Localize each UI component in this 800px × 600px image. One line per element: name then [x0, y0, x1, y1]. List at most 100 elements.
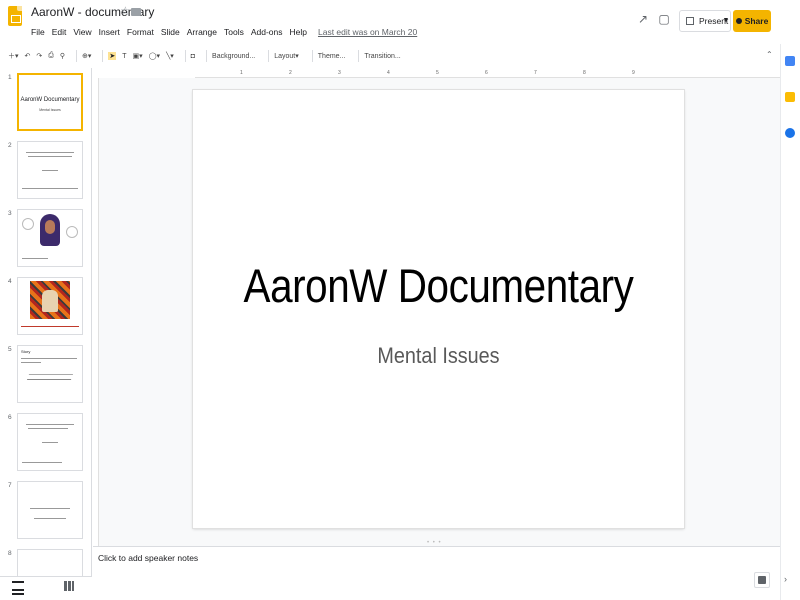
slide-thumbnail-5[interactable]: Story — [17, 345, 83, 403]
layout-button[interactable]: Layout▾ — [274, 52, 299, 60]
comment-add-icon[interactable]: ◘ — [191, 53, 195, 60]
ruler-tick: 4 — [387, 70, 390, 76]
grid-view-icon[interactable] — [64, 581, 74, 591]
toolbar-divider — [268, 50, 270, 62]
keep-icon[interactable] — [785, 92, 795, 102]
slide-subtitle[interactable]: Mental Issues — [218, 343, 660, 369]
toolbar-divider — [76, 50, 78, 62]
horizontal-ruler[interactable]: 1 2 3 4 5 6 7 8 9 — [195, 68, 780, 78]
ship-illustration-icon — [26, 374, 74, 380]
thumb-text-line — [30, 508, 70, 509]
figure-illustration-icon — [42, 290, 58, 312]
slide-thumbnail-7[interactable] — [17, 481, 83, 539]
slide-filmstrip[interactable]: 1 AaronW Documentary Mental Issues 2 3 4 — [0, 68, 92, 576]
redo-icon[interactable]: ↷ — [36, 52, 42, 60]
speaker-notes-placeholder[interactable]: Click to add speaker notes — [98, 553, 198, 563]
thumb-text-line — [42, 442, 58, 443]
thumb-text-line — [21, 326, 79, 327]
select-cursor-icon[interactable]: ➤ — [108, 52, 117, 60]
menu-arrange[interactable]: Arrange — [187, 27, 217, 37]
text-box-icon[interactable]: T — [122, 53, 126, 60]
ruler-tick: 1 — [240, 70, 243, 76]
slide-thumbnail-6[interactable] — [17, 413, 83, 471]
thumb-text-line — [21, 358, 77, 359]
slide-number: 4 — [8, 278, 12, 285]
ruler-tick: 8 — [583, 70, 586, 76]
thumb-title: AaronW Documentary — [20, 97, 80, 103]
star-icon[interactable]: ☆ — [120, 4, 131, 18]
new-slide-icon[interactable]: ＋▾ — [8, 51, 19, 61]
ruler-tick: 2 — [289, 70, 292, 76]
shape-icon[interactable]: ◯▾ — [149, 52, 160, 60]
slide-number: 7 — [8, 482, 12, 489]
toolbar-divider — [358, 50, 360, 62]
ruler-tick: 3 — [338, 70, 341, 76]
share-button[interactable]: Share — [733, 10, 771, 32]
menu-help[interactable]: Help — [290, 27, 307, 37]
slide-thumbnail-2[interactable] — [17, 141, 83, 199]
thumb-text-line — [26, 424, 74, 425]
header: AaronW - documentary ☆ File Edit View In… — [0, 0, 800, 44]
print-icon[interactable]: ⎙ — [48, 52, 54, 60]
calendar-icon[interactable] — [785, 56, 795, 66]
person-icon — [735, 18, 742, 24]
chevron-right-icon[interactable]: › — [784, 574, 787, 584]
toolbar-divider — [102, 50, 104, 62]
thumb-title: Story — [21, 349, 31, 354]
thumb-subtitle: Mental Issues — [39, 108, 61, 112]
doodle-circle-icon — [66, 226, 78, 238]
paint-format-icon[interactable]: ⚲ — [60, 52, 65, 60]
thumb-text-line — [42, 170, 58, 171]
tasks-icon[interactable] — [785, 128, 795, 138]
menu-file[interactable]: File — [31, 27, 45, 37]
face-illustration-icon — [45, 220, 55, 234]
current-slide[interactable]: AaronW Documentary Mental Issues — [193, 90, 684, 528]
menu-insert[interactable]: Insert — [99, 27, 120, 37]
slide-thumbnail-1[interactable]: AaronW Documentary Mental Issues — [17, 73, 83, 131]
menu-edit[interactable]: Edit — [52, 27, 67, 37]
theme-button[interactable]: Theme... — [318, 53, 346, 60]
thumb-text-line — [22, 188, 78, 189]
slide-number: 8 — [8, 550, 12, 557]
menu-slide[interactable]: Slide — [161, 27, 180, 37]
thumb-text-line — [26, 152, 74, 153]
present-icon — [686, 17, 694, 25]
slide-thumbnail-3[interactable] — [17, 209, 83, 267]
background-button[interactable]: Background... — [212, 53, 255, 60]
thumb-text-line — [34, 518, 66, 519]
zoom-icon[interactable]: ⊕▾ — [82, 52, 91, 60]
slide-number: 1 — [8, 74, 12, 81]
toolbar-divider — [206, 50, 208, 62]
slide-number: 5 — [8, 346, 12, 353]
thumb-text-line — [21, 362, 41, 363]
line-icon[interactable]: ╲▾ — [166, 52, 174, 60]
menu-bar: File Edit View Insert Format Slide Arran… — [31, 27, 424, 37]
doodle-circle-icon — [22, 218, 34, 230]
slides-logo-icon[interactable] — [8, 6, 22, 26]
ruler-tick: 6 — [485, 70, 488, 76]
slide-thumbnail-4[interactable] — [17, 277, 83, 335]
comment-icon[interactable]: ▢ — [657, 12, 671, 26]
image-icon[interactable]: ▣▾ — [133, 52, 143, 60]
slide-title[interactable]: AaronW Documentary — [227, 258, 649, 313]
present-dropdown-icon[interactable]: ▼ — [720, 10, 732, 32]
menu-format[interactable]: Format — [127, 27, 154, 37]
menu-addons[interactable]: Add-ons — [251, 27, 283, 37]
undo-icon[interactable]: ↶ — [25, 52, 31, 60]
transition-button[interactable]: Transition... — [364, 53, 400, 60]
activity-trend-icon[interactable]: ↗ — [636, 12, 650, 26]
explore-button[interactable] — [754, 572, 770, 588]
collapse-toolbar-icon[interactable]: ⌃ — [766, 50, 773, 59]
explore-icon — [758, 576, 766, 584]
last-edit-link[interactable]: Last edit was on March 20 — [318, 27, 417, 37]
thumb-text-line — [28, 156, 72, 157]
slide-number: 6 — [8, 414, 12, 421]
thumb-text-line — [22, 462, 62, 463]
slide-number: 2 — [8, 142, 12, 149]
menu-view[interactable]: View — [73, 27, 91, 37]
ruler-tick: 7 — [534, 70, 537, 76]
menu-tools[interactable]: Tools — [224, 27, 244, 37]
filmstrip-view-icon[interactable] — [12, 581, 24, 595]
folder-icon[interactable] — [131, 8, 141, 16]
slide-thumbnail-8[interactable] — [17, 549, 83, 576]
